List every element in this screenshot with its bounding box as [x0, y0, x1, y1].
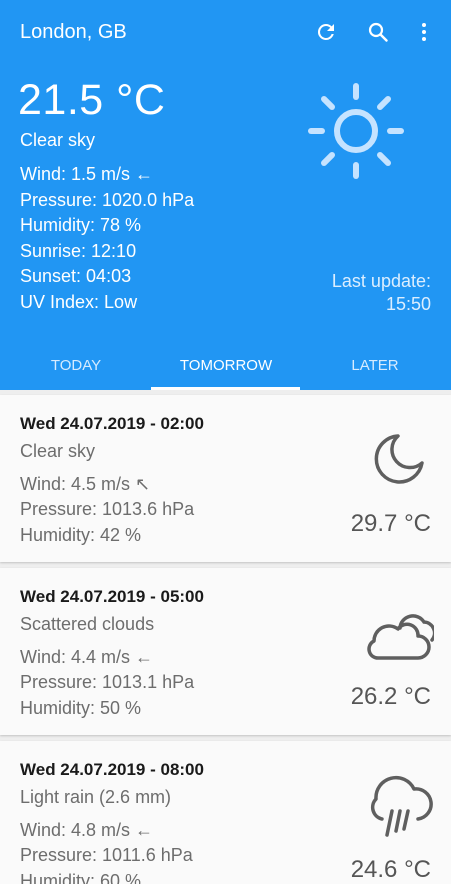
forecast-pressure: Pressure: 1011.6 hPa	[20, 845, 193, 865]
forecast-description: Light rain (2.6 mm)	[20, 787, 172, 807]
current-wind: Wind: 1.5 m/s ←	[20, 164, 154, 184]
last-update: Last update: 15:50	[332, 270, 431, 316]
cloud-icon	[367, 614, 434, 660]
current-uv-index: UV Index: Low	[20, 292, 138, 312]
location-title: London, GB	[20, 21, 127, 43]
forecast-humidity: Humidity: 60 %	[20, 871, 142, 884]
current-sunrise: Sunrise: 12:10	[20, 241, 137, 261]
forecast-humidity: Humidity: 42 %	[20, 525, 142, 545]
forecast-temperature: 24.6 °C	[350, 856, 431, 883]
forecast-card[interactable]: Wed 24.07.2019 - 05:00 Scattered clouds …	[0, 568, 451, 735]
weather-app: London, GB 21.5 °C Clear sky Wind: 1.5 m…	[0, 0, 451, 884]
last-update-time: 15:50	[385, 294, 431, 314]
forecast-description: Clear sky	[20, 441, 96, 461]
tab-tomorrow[interactable]: TOMORROW	[151, 356, 301, 376]
sun-icon	[308, 83, 404, 179]
forecast-pressure: Pressure: 1013.1 hPa	[20, 672, 195, 692]
tab-later[interactable]: LATER	[300, 356, 450, 376]
current-pressure: Pressure: 1020.0 hPa	[20, 190, 195, 210]
forecast-date: Wed 24.07.2019 - 08:00	[20, 760, 204, 779]
forecast-temperature: 26.2 °C	[350, 683, 431, 710]
search-icon	[368, 22, 388, 42]
more-vert-icon	[422, 23, 426, 41]
current-sunset: Sunset: 04:03	[20, 266, 132, 286]
last-update-label: Last update:	[331, 271, 431, 291]
forecast-card[interactable]: Wed 24.07.2019 - 08:00 Light rain (2.6 m…	[0, 741, 451, 884]
current-temperature: 21.5 °C	[18, 76, 166, 124]
forecast-date: Wed 24.07.2019 - 02:00	[20, 414, 204, 433]
more-options-button[interactable]	[410, 16, 438, 48]
tab-today[interactable]: TODAY	[1, 356, 151, 376]
forecast-description: Scattered clouds	[20, 614, 155, 634]
forecast-card[interactable]: Wed 24.07.2019 - 02:00 Clear sky Wind: 4…	[0, 395, 451, 562]
current-humidity: Humidity: 78 %	[20, 215, 142, 235]
forecast-humidity: Humidity: 50 %	[20, 698, 142, 718]
current-description: Clear sky	[20, 130, 96, 150]
refresh-button[interactable]	[312, 16, 340, 48]
current-weather-header: London, GB 21.5 °C Clear sky Wind: 1.5 m…	[0, 0, 451, 390]
search-button[interactable]	[364, 16, 392, 48]
rain-cloud-icon	[370, 775, 433, 837]
forecast-pressure: Pressure: 1013.6 hPa	[20, 499, 195, 519]
forecast-date: Wed 24.07.2019 - 05:00	[20, 587, 204, 606]
forecast-wind: Wind: 4.8 m/s ←	[20, 820, 154, 840]
moon-icon	[374, 434, 424, 484]
forecast-wind: Wind: 4.4 m/s ←	[20, 647, 154, 667]
refresh-icon	[317, 23, 334, 40]
forecast-temperature: 29.7 °C	[350, 510, 431, 537]
tab-indicator	[151, 387, 300, 390]
forecast-wind: Wind: 4.5 m/s ↖	[20, 474, 151, 494]
